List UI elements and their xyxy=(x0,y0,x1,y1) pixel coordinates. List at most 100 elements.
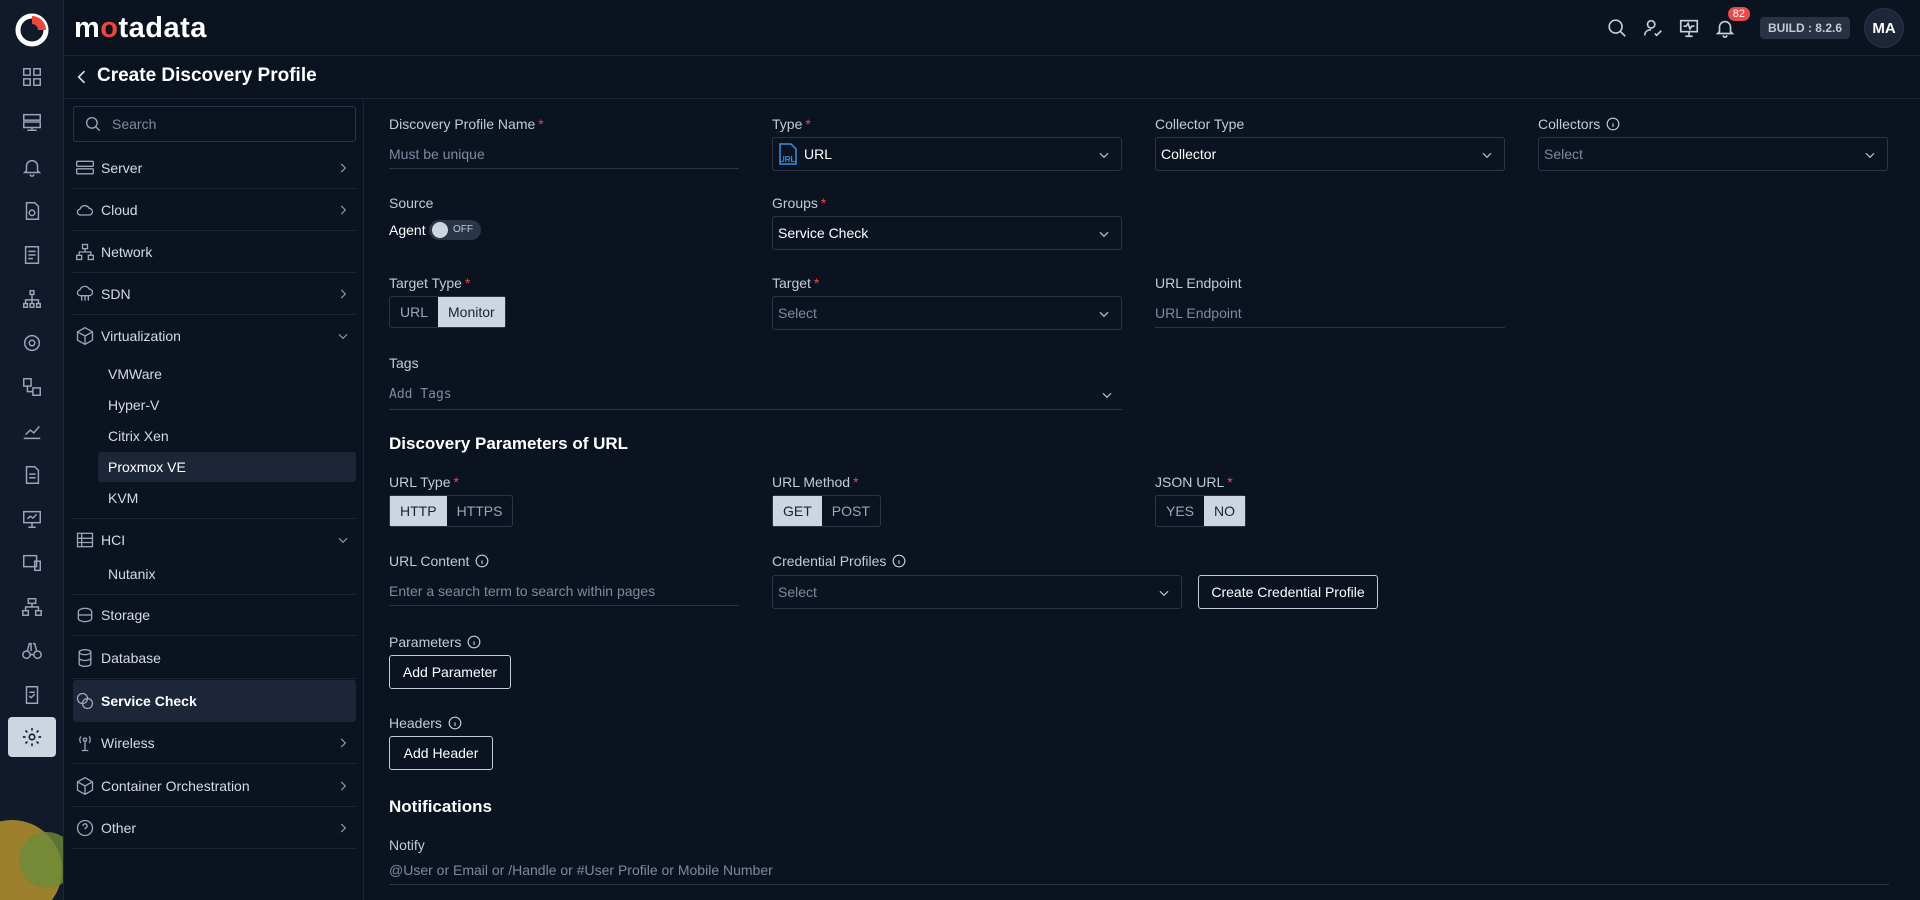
notification-bell-icon[interactable]: 82 xyxy=(1714,7,1750,39)
parameters-label: Parameters xyxy=(389,634,481,650)
chevron-right-icon xyxy=(340,823,347,833)
info-icon[interactable] xyxy=(448,716,462,730)
credential-profiles-select[interactable]: Select xyxy=(772,575,1182,609)
sidebar-item-label: Database xyxy=(101,649,161,666)
chevron-right-icon xyxy=(340,738,347,748)
log-icon[interactable] xyxy=(17,240,47,270)
sdn-cloud-icon xyxy=(75,284,95,304)
add-header-button[interactable]: Add Header xyxy=(389,736,493,770)
info-icon[interactable] xyxy=(467,635,481,649)
chevron-down-icon xyxy=(1159,590,1169,597)
target-select[interactable]: Select xyxy=(772,296,1122,330)
info-icon[interactable] xyxy=(1606,117,1620,131)
create-credential-profile-button[interactable]: Create Credential Profile xyxy=(1198,575,1378,609)
sidebar-item-server[interactable]: Server xyxy=(73,147,356,189)
collector-type-select[interactable]: Collector xyxy=(1155,137,1505,171)
json-url-label: JSON URL * xyxy=(1155,474,1233,490)
profile-name-input[interactable] xyxy=(389,139,739,168)
monitor-screen-icon[interactable] xyxy=(17,504,47,534)
binoculars-icon[interactable] xyxy=(17,636,47,666)
url-endpoint-input[interactable] xyxy=(1155,298,1505,327)
settings-gear-icon[interactable] xyxy=(8,717,56,757)
info-icon[interactable] xyxy=(892,554,906,568)
sidebar-item-container-orchestration[interactable]: Container Orchestration xyxy=(73,765,356,807)
user-avatar[interactable]: MA xyxy=(1864,8,1904,48)
agent-toggle-state: OFF xyxy=(453,224,473,235)
sidebar-subitem-kvm[interactable]: KVM xyxy=(98,483,356,513)
sidebar-item-storage[interactable]: Storage xyxy=(73,594,356,636)
sidebar-item-label: SDN xyxy=(101,285,131,302)
dashboard-icon[interactable] xyxy=(17,62,47,92)
left-rail xyxy=(0,0,64,900)
inventory-icon[interactable] xyxy=(17,107,47,137)
url-content-input[interactable] xyxy=(389,576,739,605)
workflow-icon[interactable] xyxy=(17,372,47,402)
chevron-down-icon xyxy=(1099,152,1109,159)
url-method-get[interactable]: GET xyxy=(773,496,822,526)
sidebar-item-cloud[interactable]: Cloud xyxy=(73,189,356,231)
agent-label: Agent xyxy=(389,222,426,238)
sidebar-item-label: Other xyxy=(101,819,137,836)
chevron-down-icon xyxy=(1099,311,1109,318)
topology-icon[interactable] xyxy=(17,284,47,314)
url-type-http[interactable]: HTTP xyxy=(390,496,447,526)
search-icon[interactable] xyxy=(1606,17,1628,39)
sidebar-subitem-vmware[interactable]: VMWare xyxy=(98,359,356,389)
user-check-icon[interactable] xyxy=(1642,17,1664,39)
svg-text:URL: URL xyxy=(779,155,796,164)
credential-profiles-label: Credential Profiles xyxy=(772,553,906,569)
sidebar-item-sdn[interactable]: SDN xyxy=(73,273,356,315)
collectors-label: Collectors xyxy=(1538,116,1620,132)
apm-icon[interactable] xyxy=(17,196,47,226)
target-type-label: Target Type * xyxy=(389,275,471,291)
collectors-select[interactable]: Select xyxy=(1538,137,1888,171)
groups-select[interactable]: Service Check xyxy=(772,216,1122,250)
sidebar-item-virtualization[interactable]: Virtualization xyxy=(73,315,356,357)
alert-bell-icon[interactable] xyxy=(17,152,47,182)
sidebar-item-wireless[interactable]: Wireless xyxy=(73,722,356,764)
target-type-url[interactable]: URL xyxy=(390,297,438,327)
agent-toggle[interactable]: OFF xyxy=(429,220,481,240)
chevron-down-icon xyxy=(338,537,348,544)
monitor-health-icon[interactable] xyxy=(1678,17,1700,39)
sidebar-item-database[interactable]: Database xyxy=(73,637,356,679)
cube-icon xyxy=(75,326,95,346)
url-method-post[interactable]: POST xyxy=(822,496,880,526)
add-parameter-button[interactable]: Add Parameter xyxy=(389,655,511,689)
type-select[interactable]: URL URL xyxy=(772,137,1122,171)
decorative-shape xyxy=(0,820,63,900)
sidebar-subitem-hyper-v[interactable]: Hyper-V xyxy=(98,390,356,420)
tags-field[interactable]: Add Tags xyxy=(389,380,1122,410)
url-type-https[interactable]: HTTPS xyxy=(447,496,513,526)
motadata-logo-icon[interactable] xyxy=(14,12,50,48)
sidebar-search-input[interactable] xyxy=(112,107,342,141)
sidebar-item-service-check[interactable]: Service Check xyxy=(73,680,356,722)
sidebar-subitem-citrix-xen[interactable]: Citrix Xen xyxy=(98,421,356,451)
metric-explorer-icon[interactable] xyxy=(17,416,47,446)
network-map-icon[interactable] xyxy=(17,592,47,622)
collector-type-value: Collector xyxy=(1161,146,1217,162)
flow-icon[interactable] xyxy=(17,328,47,358)
sidebar-item-hci[interactable]: HCI xyxy=(73,518,356,560)
sidebar-item-network[interactable]: Network xyxy=(73,231,356,273)
report-icon[interactable] xyxy=(17,460,47,490)
json-url-yes[interactable]: YES xyxy=(1156,496,1204,526)
chevron-right-icon xyxy=(340,163,347,173)
sidebar-item-other[interactable]: Other xyxy=(73,807,356,849)
build-version: BUILD : 8.2.6 xyxy=(1759,17,1850,39)
audit-icon[interactable] xyxy=(17,680,47,710)
sidebar-subitem-proxmox-ve[interactable]: Proxmox VE xyxy=(98,452,356,482)
back-arrow-icon[interactable] xyxy=(72,67,92,87)
info-icon[interactable] xyxy=(475,554,489,568)
sidebar-subitem-nutanix[interactable]: Nutanix xyxy=(98,559,356,589)
sidebar-item-label: Storage xyxy=(101,607,151,623)
chevron-down-icon xyxy=(1099,231,1109,238)
target-type-monitor[interactable]: Monitor xyxy=(438,297,505,327)
url-type-icon: URL xyxy=(779,143,797,165)
collectors-placeholder: Select xyxy=(1544,146,1583,162)
device-icon[interactable] xyxy=(17,548,47,578)
notify-input[interactable] xyxy=(389,855,1889,884)
tags-placeholder: Add Tags xyxy=(389,387,452,402)
brand-logo[interactable]: motadata xyxy=(74,12,207,45)
json-url-no[interactable]: NO xyxy=(1204,496,1246,526)
